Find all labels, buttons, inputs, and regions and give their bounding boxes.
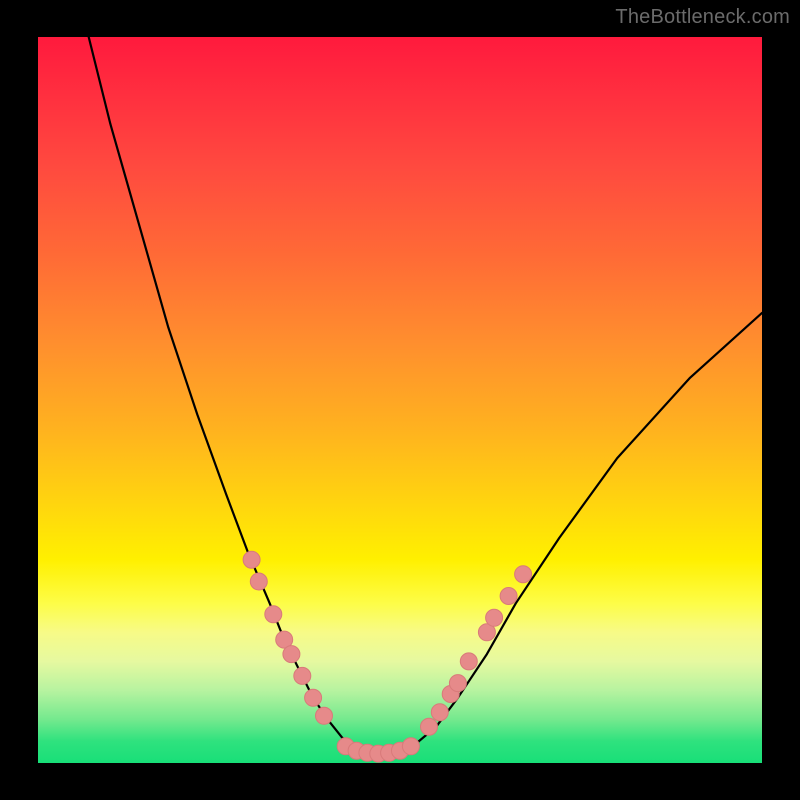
marker-dot: [500, 588, 517, 605]
marker-dot: [294, 667, 311, 684]
marker-dot: [305, 689, 322, 706]
marker-dot: [460, 653, 477, 670]
watermark-text: TheBottleneck.com: [615, 6, 790, 29]
marker-dot: [449, 675, 466, 692]
marker-dot: [515, 566, 532, 583]
marker-dot: [486, 609, 503, 626]
bottleneck-curve: [89, 37, 762, 754]
marker-dot: [243, 551, 260, 568]
marker-dot: [316, 707, 333, 724]
curve-layer: [38, 37, 762, 763]
plot-area: [38, 37, 762, 763]
marker-dot: [431, 704, 448, 721]
valley-floor-dots: [337, 738, 419, 762]
marker-dot: [402, 738, 419, 755]
marker-dot: [250, 573, 267, 590]
marker-dot: [421, 718, 438, 735]
right-arm-dots: [421, 566, 532, 736]
marker-dot: [265, 606, 282, 623]
marker-dot: [283, 646, 300, 663]
left-arm-dots: [243, 551, 332, 724]
chart-frame: TheBottleneck.com: [0, 0, 800, 800]
